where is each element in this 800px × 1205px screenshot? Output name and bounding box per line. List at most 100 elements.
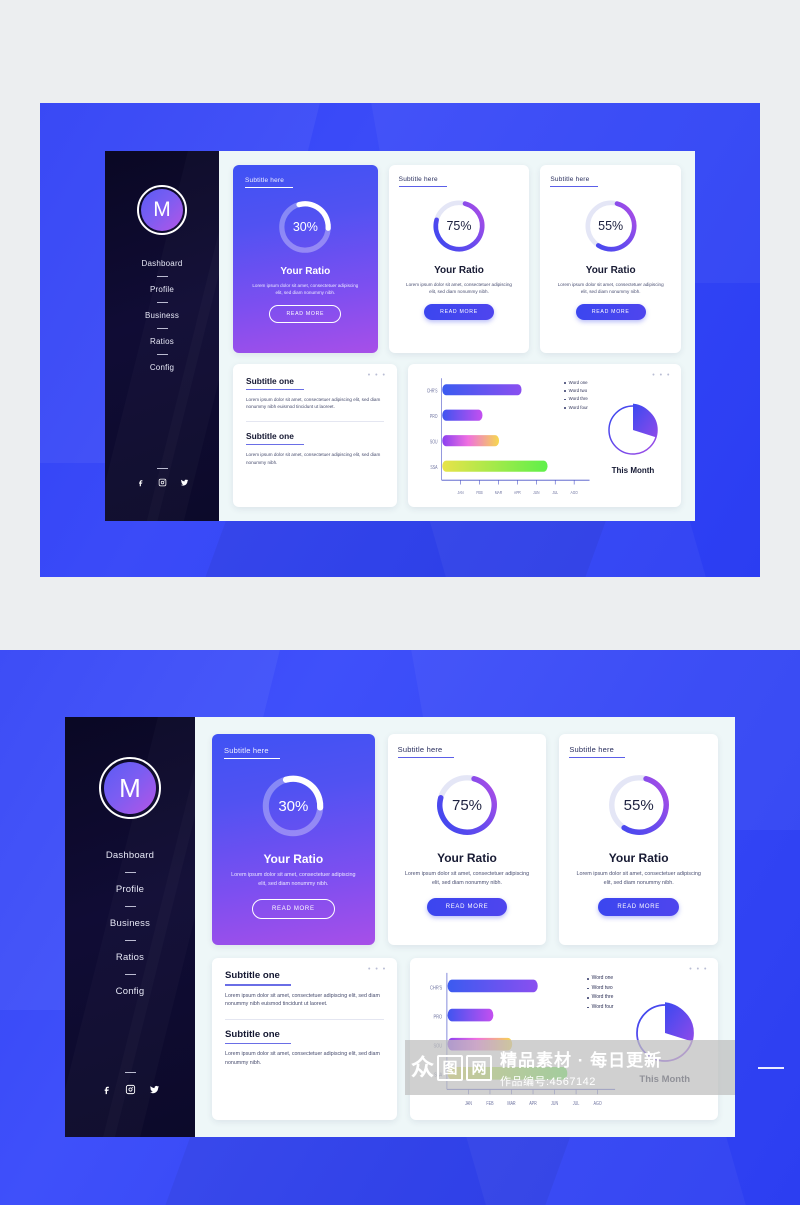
card-menu-dots[interactable]: • • • [689,966,708,973]
sidebar-nav: Dashboard Profile Business Ratios Config [142,257,183,374]
avatar[interactable]: M [137,185,187,235]
facebook-icon[interactable] [136,478,145,487]
sidebar-item-business[interactable]: Business [110,915,150,932]
legend-item: Word two [563,387,588,395]
block-body: Lorem ipsum dolor sit amet, consectetuer… [225,1051,380,1066]
sidebar-item-config[interactable]: Config [150,361,174,374]
block-underline [225,1043,291,1045]
sidebar-item-ratios[interactable]: Ratios [150,335,174,348]
donut-value: 55% [598,219,624,234]
legend-item: Word four [563,404,588,412]
social-links [136,478,189,487]
read-more-button[interactable]: READ MORE [575,304,646,321]
preview-panel-bottom: M Dashboard Profile Business Ratios Conf… [0,650,800,1205]
donut-chart-30: 30% [259,772,327,840]
watermark-mark: 众 [411,1054,434,1080]
svg-text:JAN: JAN [457,489,463,495]
card-subtitle: Subtitle here [224,746,269,755]
block-divider [225,1019,384,1021]
twitter-icon[interactable] [149,1084,160,1095]
svg-text:FEB: FEB [476,489,483,495]
legend-bullet-icon [563,398,566,401]
legend-label: Word four [568,404,588,410]
ratio-card-row: Subtitle here 30% Your Ratio Lorem ipsum… [233,165,682,353]
nav-divider [156,468,168,469]
block-title: Subtitle one [246,375,294,386]
card-body: Lorem ipsum dolor sit amet, consectetuer… [404,871,530,886]
sidebar: M Dashboard Profile Business Ratios Conf… [65,717,195,1137]
svg-text:AGO: AGO [570,489,577,495]
analytics-card: • • • [407,363,681,507]
sidebar-item-profile[interactable]: Profile [116,881,144,898]
instagram-icon[interactable] [158,478,167,487]
card-title: Your Ratio [437,851,497,866]
list-block: Subtitle one Lorem ipsum dolor sit amet,… [225,970,384,1009]
read-more-button[interactable]: READ MORE [424,304,494,321]
svg-text:JAN: JAN [465,1101,472,1107]
card-body: Lorem ipsum dolor sit amet, consectetuer… [252,283,359,296]
facebook-icon[interactable] [101,1084,112,1095]
sidebar: M Dashboard Profile Business Ratios Conf… [105,151,219,521]
nav-divider [124,906,136,907]
svg-text:MAR: MAR [494,489,501,495]
chart-legend: Word one Word two Word thre Word four [586,974,614,1012]
chart-legend: Word one Word two Word thre Word four [563,379,588,412]
nav-divider [124,1072,136,1073]
card-body: Lorem ipsum dolor sit amet, consectetuer… [576,871,701,886]
watermark-accent [738,1040,800,1095]
read-more-button[interactable]: READ MORE [269,305,342,324]
card-title: Your Ratio [434,265,484,277]
sidebar-nav: Dashboard Profile Business Ratios Config [106,847,154,1000]
avatar-initial: M [141,189,183,231]
card-menu-dots[interactable]: • • • [652,372,671,379]
card-menu-dots[interactable]: • • • [368,372,387,379]
nav-divider [124,940,136,941]
svg-text:JUL: JUL [552,489,558,495]
sidebar-item-profile[interactable]: Profile [150,283,174,296]
legend-bullet-icon [563,407,566,409]
svg-text:CHR'S: CHR'S [426,388,437,394]
list-block: Subtitle one Lorem ipsum dolor sit amet,… [246,431,384,466]
instagram-icon[interactable] [125,1084,136,1095]
list-block: Subtitle one Lorem ipsum dolor sit amet,… [225,1029,384,1068]
sidebar-item-dashboard[interactable]: Dashboard [106,847,154,864]
legend-item: Word thre [586,993,614,1003]
legend-bullet-icon [586,987,589,990]
legend-label: Word one [568,379,588,385]
legend-item: Word one [563,379,588,387]
svg-text:AGO: AGO [593,1101,602,1107]
card-subtitle: Subtitle here [245,177,285,184]
card-subtitle: Subtitle here [397,745,443,754]
read-more-button[interactable]: READ MORE [252,898,335,919]
watermark-logo-box: 图 [437,1054,463,1081]
card-subtitle-header: Subtitle here [569,745,708,759]
legend-bullet-icon [586,997,589,999]
lower-card-row: • • • Subtitle one Lorem ipsum dolor sit… [233,363,681,507]
nav-divider [124,872,136,873]
donut-value: 30% [292,220,318,235]
card-subtitle-header: Subtitle here [224,746,363,760]
sidebar-item-config[interactable]: Config [116,983,145,1000]
sidebar-footer [101,1064,160,1117]
watermark: 众 图 网 精品素材 · 每日更新 作品编号:4567142 [405,1040,784,1095]
block-title: Subtitle one [225,970,280,982]
card-subtitle: Subtitle here [550,176,590,183]
avatar[interactable]: M [99,757,161,819]
sidebar-item-dashboard[interactable]: Dashboard [142,257,183,270]
donut-value: 75% [451,796,483,814]
ratio-card-3: Subtitle here 55% Your Ratio Lorem ipsum… [559,734,719,946]
read-more-button[interactable]: READ MORE [598,897,679,916]
svg-text:APR: APR [529,1101,537,1107]
donut-value: 75% [446,219,472,234]
donut-chart-30: 30% [276,198,334,256]
watermark-tagline: 精品素材 · 每日更新 [500,1051,663,1070]
sidebar-item-ratios[interactable]: Ratios [116,949,144,966]
sidebar-item-business[interactable]: Business [145,309,179,322]
read-more-button[interactable]: READ MORE [426,897,508,916]
ratio-card-3: Subtitle here 55% Your Ratio Lorem ipsum… [540,165,682,353]
legend-label: Word thre [591,994,614,1001]
twitter-icon[interactable] [180,478,189,487]
bar-chart: CHR'S PRO SOU SSA [418,374,595,501]
card-menu-dots[interactable]: • • • [368,966,387,973]
legend-label: Word one [591,975,614,982]
